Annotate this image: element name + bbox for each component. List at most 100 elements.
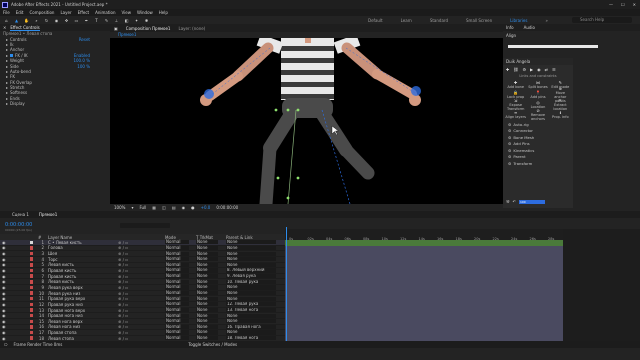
track-matte-dropdown[interactable]: None bbox=[196, 324, 218, 330]
layer-name[interactable]: Голова bbox=[48, 245, 63, 250]
label-color-swatch[interactable] bbox=[30, 325, 33, 329]
pen-tool-icon[interactable]: ✒ bbox=[84, 18, 89, 23]
parent-dropdown[interactable]: None bbox=[226, 245, 276, 251]
visibility-eye-icon[interactable]: ◉ bbox=[2, 257, 6, 262]
visibility-eye-icon[interactable]: ◉ bbox=[2, 336, 6, 341]
visibility-eye-icon[interactable]: ◉ bbox=[2, 313, 6, 318]
label-color-swatch[interactable] bbox=[30, 296, 33, 301]
duik-tool-button[interactable]: ⋈ Split bones bbox=[527, 80, 548, 89]
rectangle-tool-icon[interactable]: ▭ bbox=[74, 18, 79, 23]
close-icon[interactable]: ✕ bbox=[3, 25, 6, 30]
duik-tool-button[interactable]: ℹ Prop. info bbox=[550, 110, 571, 119]
visibility-eye-icon[interactable]: ◉ bbox=[2, 268, 6, 273]
track-matte-dropdown[interactable]: None bbox=[196, 335, 218, 341]
layer-name[interactable]: Левая кисть bbox=[48, 262, 74, 267]
comp-flowchart-icon[interactable]: ⎔ bbox=[4, 342, 8, 347]
visibility-eye-icon[interactable]: ◉ bbox=[2, 324, 6, 329]
expand-triangle-icon[interactable]: ▸ bbox=[6, 47, 8, 52]
visibility-eye-icon[interactable]: ◉ bbox=[2, 240, 6, 245]
blend-mode-dropdown[interactable]: Normal bbox=[165, 296, 189, 301]
puppet-pin-tool-icon[interactable]: ✱ bbox=[144, 18, 149, 23]
layer-name[interactable]: Правая рука верх bbox=[48, 296, 85, 301]
layer-switches[interactable]: ⊕ ∕ ▫ bbox=[118, 240, 128, 245]
parent-dropdown[interactable]: None bbox=[226, 330, 276, 335]
track-matte-dropdown[interactable]: None bbox=[196, 273, 218, 279]
layer-name[interactable]: Левая рука верх bbox=[48, 285, 83, 290]
parent-dropdown[interactable]: None bbox=[226, 290, 276, 296]
undo-icon[interactable]: ↶ bbox=[513, 199, 516, 204]
parent-dropdown[interactable]: 12. Левая рука bbox=[226, 302, 276, 307]
blend-mode-dropdown[interactable]: Normal bbox=[165, 307, 189, 313]
expand-triangle-icon[interactable]: ▸ bbox=[6, 85, 8, 90]
parent-dropdown[interactable]: None bbox=[226, 257, 276, 262]
maximize-button[interactable]: ☐ bbox=[621, 2, 625, 7]
label-color-swatch[interactable] bbox=[30, 280, 33, 284]
menu-window[interactable]: Window bbox=[137, 10, 153, 15]
duik-tool-button[interactable]: ✚ Add bone bbox=[505, 80, 526, 89]
visibility-eye-icon[interactable]: ◉ bbox=[2, 245, 6, 250]
label-color-swatch[interactable] bbox=[30, 285, 33, 290]
minimize-button[interactable]: — bbox=[609, 2, 613, 7]
blend-mode-dropdown[interactable]: Normal bbox=[165, 262, 189, 267]
parent-dropdown[interactable]: 10. Левая рука bbox=[226, 279, 276, 284]
layer-name[interactable]: Левая нога верх bbox=[48, 319, 83, 324]
blend-mode-dropdown[interactable]: Normal bbox=[165, 324, 189, 330]
menu-view[interactable]: View bbox=[122, 10, 132, 15]
layer-name[interactable]: Правая нога верх bbox=[48, 308, 85, 313]
layer-switches[interactable]: ⊕ ∕ ▫ bbox=[118, 330, 128, 335]
track-matte-dropdown[interactable]: None bbox=[196, 330, 218, 335]
timecode-display[interactable]: 0:00:00:00 bbox=[216, 205, 238, 210]
label-color-swatch[interactable] bbox=[30, 330, 33, 335]
menu-composition[interactable]: Composition bbox=[29, 10, 54, 15]
zoom-dropdown[interactable]: 100% bbox=[114, 205, 125, 210]
label-color-swatch[interactable] bbox=[30, 240, 33, 245]
layer-switches[interactable]: ⊕ ∕ ▫ bbox=[118, 274, 128, 279]
bone-icon[interactable]: ✚ bbox=[506, 67, 509, 72]
hand-tool-icon[interactable]: ✋ bbox=[24, 18, 29, 23]
parent-dropdown[interactable]: 18. Левая нога bbox=[226, 336, 276, 341]
track-matte-dropdown[interactable]: None bbox=[196, 256, 218, 262]
menu-file[interactable]: File bbox=[3, 10, 10, 15]
blend-mode-dropdown[interactable]: Normal bbox=[165, 256, 189, 262]
tab-composition[interactable]: Composition Прямое1 bbox=[126, 26, 171, 31]
camera-icon[interactable]: ◉ bbox=[537, 67, 541, 72]
duik-tool-button[interactable]: ⊘ Remove anchors bbox=[527, 108, 548, 121]
layer-switches[interactable]: ⊕ ∕ ▫ bbox=[118, 336, 128, 341]
visibility-eye-icon[interactable]: ◉ bbox=[2, 319, 6, 324]
label-color-swatch[interactable] bbox=[30, 274, 33, 278]
toggle-switches-modes[interactable]: Toggle Switches / Modes bbox=[188, 342, 237, 347]
expand-triangle-icon[interactable]: ▸ bbox=[6, 42, 8, 47]
timeline-search-input[interactable] bbox=[120, 223, 170, 228]
label-color-swatch[interactable] bbox=[30, 302, 33, 307]
animation-icon[interactable]: ▶ bbox=[530, 67, 533, 72]
label-color-swatch[interactable] bbox=[30, 263, 33, 267]
search-help-input[interactable]: Search Help bbox=[572, 17, 632, 23]
layer-name[interactable]: Правая кисть bbox=[48, 274, 76, 279]
layer-name[interactable]: Торс bbox=[48, 257, 58, 262]
camera-tool-icon[interactable]: ◉ bbox=[54, 18, 59, 23]
effect-control-value[interactable]: Enabled bbox=[74, 53, 90, 58]
workspace-standard[interactable]: Standard bbox=[430, 18, 448, 23]
type-tool-icon[interactable]: T bbox=[94, 18, 99, 23]
layer-switches[interactable]: ⊕ ∕ ▫ bbox=[118, 308, 128, 313]
layer-switches[interactable]: ⊕ ∕ ▫ bbox=[118, 268, 128, 273]
track-matte-dropdown[interactable]: None bbox=[196, 251, 218, 256]
blend-mode-dropdown[interactable]: Normal bbox=[165, 335, 189, 341]
blend-mode-dropdown[interactable]: Normal bbox=[165, 251, 189, 256]
expand-triangle-icon[interactable]: ▸ bbox=[6, 101, 8, 106]
layer-switches[interactable]: ⊕ ∕ ▫ bbox=[118, 257, 128, 262]
blend-mode-dropdown[interactable]: Normal bbox=[165, 302, 189, 307]
selection-tool-icon[interactable]: ▲ bbox=[14, 18, 19, 23]
transparency-grid-icon[interactable]: ▤ bbox=[172, 205, 176, 210]
layer-switches[interactable]: ⊕ ∕ ▫ bbox=[118, 251, 128, 256]
duik-zoom-value[interactable]: 100 bbox=[518, 199, 545, 204]
tab-comp-main[interactable]: Прямое1 bbox=[39, 212, 57, 217]
parent-dropdown[interactable]: None bbox=[226, 319, 276, 324]
visibility-eye-icon[interactable]: ◉ bbox=[2, 308, 6, 313]
visibility-eye-icon[interactable]: ◉ bbox=[2, 251, 6, 256]
layer-name[interactable]: Левая стопа bbox=[48, 336, 74, 341]
blend-mode-dropdown[interactable]: Normal bbox=[165, 268, 189, 273]
effect-control-value[interactable]: 100 % bbox=[77, 64, 90, 69]
menu-animation[interactable]: Animation bbox=[95, 10, 115, 15]
track-matte-dropdown[interactable]: None bbox=[196, 240, 218, 245]
